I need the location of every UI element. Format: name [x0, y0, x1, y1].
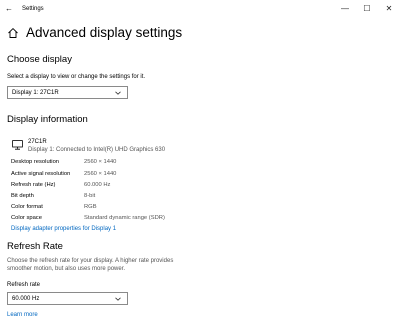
choose-display-description: Select a display to view or change the s…: [7, 74, 146, 80]
refresh-rate-field-label: Refresh rate: [7, 282, 41, 288]
page-title: Advanced display settings: [26, 25, 183, 40]
window-title: Settings: [22, 5, 44, 12]
choose-display-heading: Choose display: [7, 54, 72, 65]
close-icon[interactable]: ✕: [378, 0, 400, 17]
refresh-rate-heading: Refresh Rate: [7, 241, 63, 252]
info-value-refresh-rate: 60.000 Hz: [84, 182, 111, 188]
info-value-bit-depth: 8-bit: [84, 193, 96, 199]
chevron-down-icon: [115, 91, 121, 95]
home-icon[interactable]: [7, 27, 19, 39]
monitor-connection: Display 1: Connected to Intel(R) UHD Gra…: [28, 147, 166, 153]
display-select[interactable]: Display 1: 27C1R: [7, 86, 128, 99]
info-value-active-signal-resolution: 2560 × 1440: [84, 171, 117, 177]
info-value-color-space: Standard dynamic range (SDR): [84, 215, 165, 221]
learn-more-link[interactable]: Learn more: [7, 312, 38, 318]
display-information-heading: Display information: [7, 114, 88, 125]
refresh-rate-description-line2: smoother motion, but also uses more powe…: [7, 266, 126, 272]
refresh-rate-description-line1: Choose the refresh rate for your display…: [7, 258, 174, 264]
info-label-refresh-rate: Refresh rate (Hz): [11, 182, 56, 188]
info-label-bit-depth: Bit depth: [11, 193, 34, 199]
refresh-rate-select[interactable]: 60.000 Hz: [7, 292, 128, 305]
info-value-color-format: RGB: [84, 204, 97, 210]
info-label-color-format: Color format: [11, 204, 43, 210]
info-label-color-space: Color space: [11, 215, 42, 221]
chevron-down-icon: [115, 297, 121, 301]
monitor-name: 27C1R: [28, 139, 47, 145]
info-value-desktop-resolution: 2560 × 1440: [84, 159, 117, 165]
title-bar: ← Settings — ☐ ✕: [0, 0, 400, 17]
info-label-active-signal-resolution: Active signal resolution: [11, 171, 71, 177]
info-label-desktop-resolution: Desktop resolution: [11, 159, 60, 165]
monitor-icon: [12, 140, 23, 150]
minimize-icon[interactable]: —: [334, 0, 356, 17]
back-arrow-icon[interactable]: ←: [0, 4, 18, 13]
window-controls: — ☐ ✕: [334, 0, 400, 17]
maximize-icon[interactable]: ☐: [356, 0, 378, 17]
display-adapter-properties-link[interactable]: Display adapter properties for Display 1: [11, 226, 116, 232]
display-select-value: Display 1: 27C1R: [12, 89, 59, 96]
refresh-rate-select-value: 60.000 Hz: [12, 295, 40, 302]
